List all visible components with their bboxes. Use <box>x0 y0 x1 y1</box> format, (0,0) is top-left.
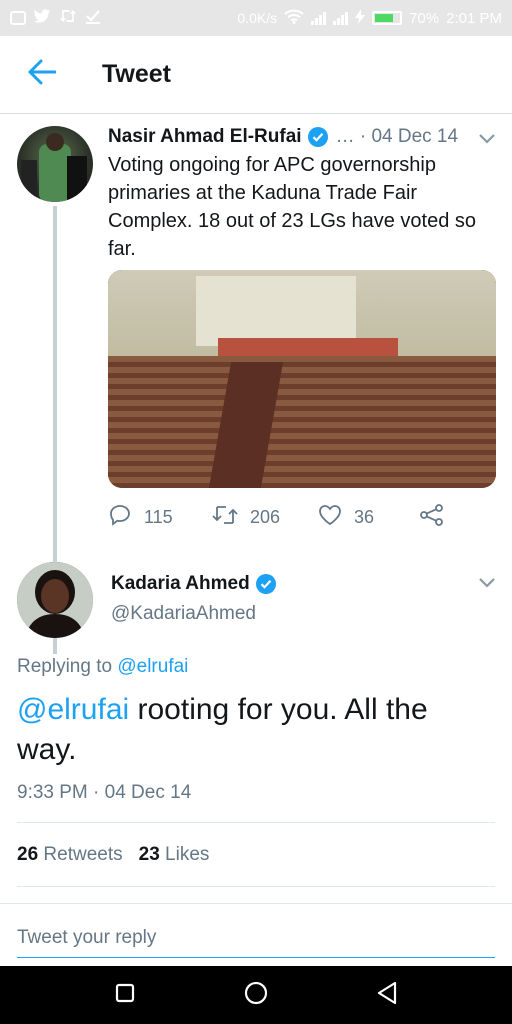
tweet-date: … · 04 Dec 14 <box>335 126 459 147</box>
back-button[interactable] <box>14 47 70 103</box>
likes-count: 23 <box>138 844 160 865</box>
verified-badge-icon <box>255 574 276 594</box>
author-handle[interactable]: @KadariaAhmed <box>111 603 256 625</box>
download-check-icon <box>85 9 101 28</box>
divider <box>17 822 495 823</box>
wifi-icon <box>284 9 304 28</box>
replying-to-line: Replying to @elrufai <box>17 656 188 678</box>
engagement-stats: 26 Retweets 23 Likes <box>17 844 209 866</box>
tweet-header: Nasir Ahmad El-Rufai … · 04 Dec 14 <box>108 124 498 150</box>
battery-level <box>375 14 394 22</box>
retweets-stat[interactable]: 26 Retweets <box>17 844 123 866</box>
verified-badge-icon <box>307 127 328 147</box>
system-nav-bar <box>0 966 512 1024</box>
retweet-icon <box>212 505 238 530</box>
arrow-left-icon <box>28 59 57 90</box>
retweet-icon <box>58 9 78 27</box>
tweet-actions: 115 206 36 <box>108 502 496 532</box>
recent-apps-button[interactable] <box>101 971 149 1019</box>
charging-icon <box>355 8 366 28</box>
chevron-down-icon[interactable] <box>478 132 496 150</box>
retweet-button[interactable]: 206 <box>212 505 318 530</box>
reply-author-row: Kadaria Ahmed <box>111 573 276 595</box>
share-button[interactable] <box>420 503 444 531</box>
tweet-text: @elrufai rooting for you. All the way. <box>17 690 487 770</box>
reply-input[interactable] <box>17 918 495 958</box>
clock: 2:01 PM <box>446 9 502 27</box>
status-bar: 0.0K/s 70% 2:01 PM <box>0 0 512 36</box>
back-nav-button[interactable] <box>363 971 411 1019</box>
net-speed: 0.0K/s <box>237 10 278 26</box>
retweet-count: 206 <box>250 506 281 527</box>
twitter-icon <box>33 8 51 28</box>
retweets-label: Retweets <box>43 844 123 865</box>
likes-label: Likes <box>165 844 210 865</box>
battery-icon <box>372 11 403 25</box>
square-icon <box>115 983 135 1008</box>
tweet-timestamp: 9:33 PM · 04 Dec 14 <box>17 782 192 803</box>
replying-prefix: Replying to <box>17 656 113 677</box>
like-count: 36 <box>354 506 375 527</box>
signal-icon <box>311 11 327 25</box>
circle-icon <box>244 981 268 1010</box>
focused-reply-tweet: Kadaria Ahmed @KadariaAhmed Replying to … <box>0 554 512 894</box>
chevron-down-icon[interactable] <box>478 576 496 594</box>
reply-icon <box>108 503 132 532</box>
divider <box>17 886 495 887</box>
author-name[interactable]: Kadaria Ahmed <box>111 573 250 595</box>
status-right-icons: 0.0K/s 70% 2:01 PM <box>237 8 502 28</box>
battery-percent: 70% <box>409 9 440 27</box>
parent-tweet[interactable]: Nasir Ahmad El-Rufai … · 04 Dec 14 Votin… <box>0 114 512 654</box>
avatar[interactable] <box>17 126 93 202</box>
reply-composer <box>0 903 512 963</box>
heart-icon <box>318 504 342 531</box>
avatar[interactable] <box>17 562 93 638</box>
share-icon <box>420 503 444 531</box>
mention-link[interactable]: @elrufai <box>17 693 129 726</box>
instagram-icon <box>10 11 26 25</box>
signal-icon-2 <box>333 11 349 25</box>
retweets-count: 26 <box>17 844 39 865</box>
triangle-back-icon <box>376 981 398 1010</box>
author-name[interactable]: Nasir Ahmad El-Rufai <box>108 126 302 148</box>
reply-button[interactable]: 115 <box>108 503 212 532</box>
likes-stat[interactable]: 23 Likes <box>139 844 210 866</box>
like-button[interactable]: 36 <box>318 504 420 531</box>
home-button[interactable] <box>232 971 280 1019</box>
page-title: Tweet <box>102 60 171 88</box>
reply-count: 115 <box>144 506 173 527</box>
tweet-text: Voting ongoing for APC governorship prim… <box>108 154 476 260</box>
status-left-icons <box>10 8 101 28</box>
tweet-photo[interactable] <box>108 270 496 488</box>
top-app-bar: Tweet <box>0 36 512 114</box>
photo-seats <box>108 356 496 488</box>
replying-to-link[interactable]: @elrufai <box>117 656 188 677</box>
photo-backdrop <box>196 276 356 346</box>
